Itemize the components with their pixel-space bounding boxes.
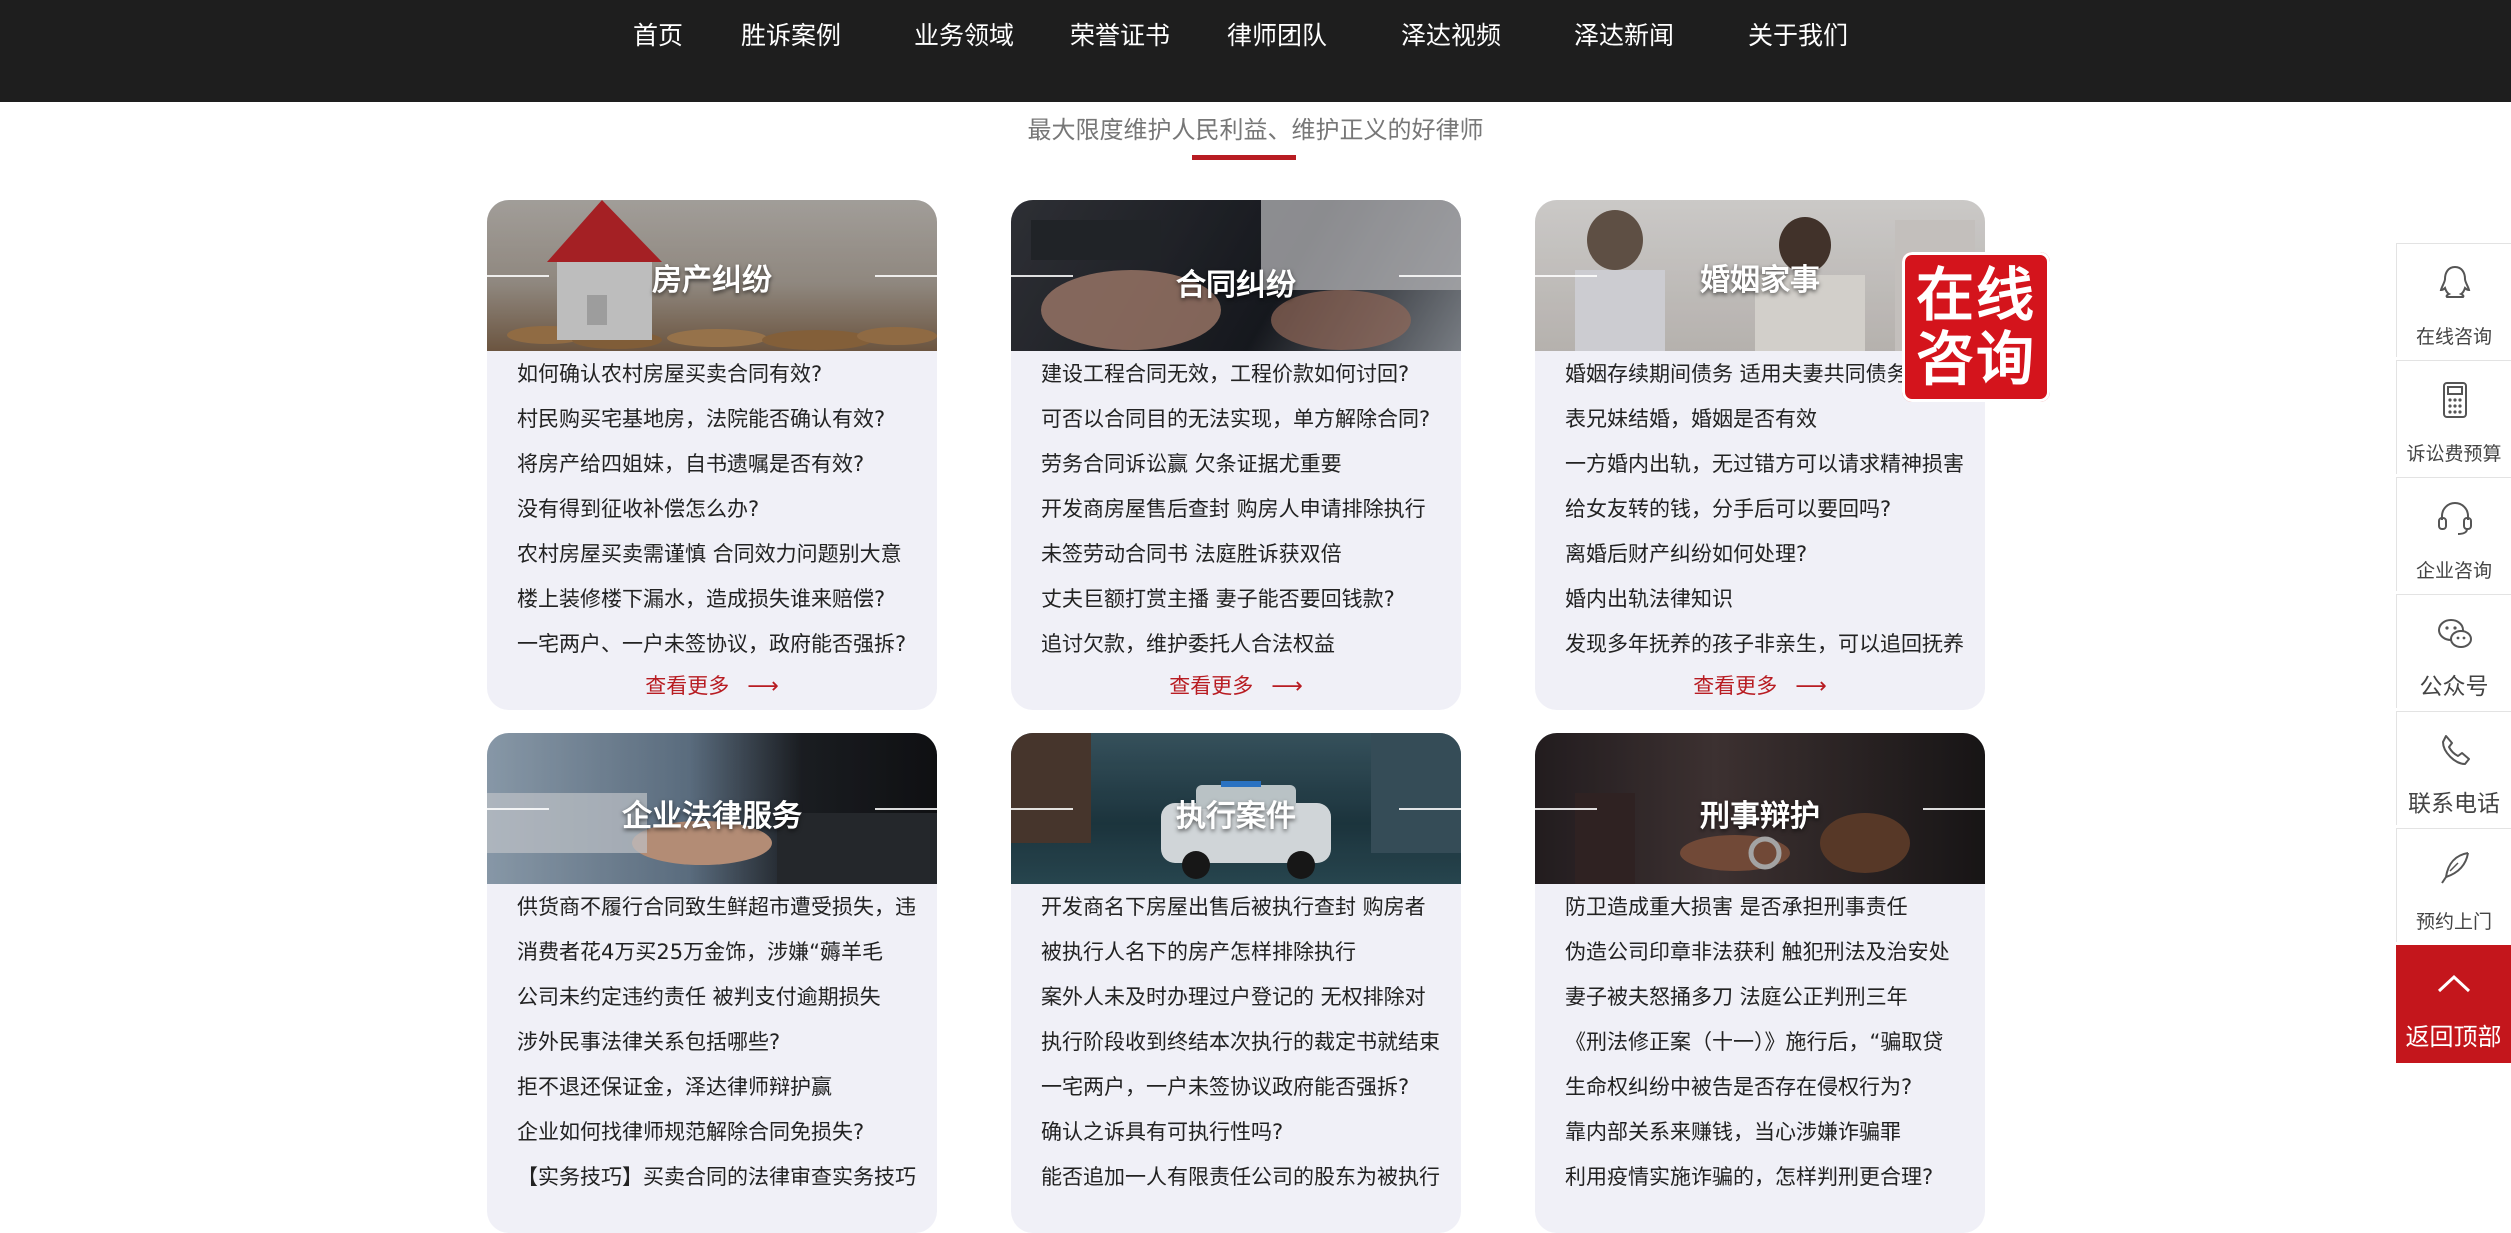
card-banner-image: 企业法律服务	[487, 733, 937, 884]
list-item[interactable]: 没有得到征收补偿怎么办?	[517, 487, 927, 532]
card-title: 刑事辩护	[1700, 799, 1820, 834]
chevron-up-icon	[2437, 974, 2471, 993]
list-item[interactable]: 劳务合同诉讼赢 欠条证据尤重要	[1041, 442, 1451, 487]
list-item[interactable]: 案外人未及时办理过户登记的 无权排除对	[1041, 975, 1451, 1020]
nav-item-videos[interactable]: 泽达视频	[1401, 14, 1501, 58]
card-banner-image: 刑事辩护	[1535, 733, 1985, 884]
card-banner-image: 合同纠纷	[1011, 200, 1461, 351]
headset-icon	[2438, 502, 2472, 535]
list-item[interactable]: 企业如何找律师规范解除合同免损失?	[517, 1110, 927, 1155]
list-item[interactable]: 《刑法修正案（十一）》施行后，“骗取贷	[1565, 1020, 1975, 1065]
article-list: 供货商不履行合同致生鲜超市遭受损失，违 消费者花4万买25万金饰，涉嫌“薅羊毛 …	[517, 885, 927, 1200]
list-item[interactable]: 发现多年抚养的孩子非亲生，可以追回抚养	[1565, 622, 1975, 667]
list-item[interactable]: 可否以合同目的无法实现，单方解除合同?	[1041, 397, 1451, 442]
practice-card-criminal: 刑事辩护 防卫造成重大损害 是否承担刑事责任 伪造公司印章非法获利 触犯刑法及治…	[1535, 733, 1985, 1233]
view-more-link[interactable]: 查看更多 ⟶	[1011, 670, 1461, 700]
list-item[interactable]: 执行阶段收到终结本次执行的裁定书就结束	[1041, 1020, 1451, 1065]
nav-item-home[interactable]: 首页	[633, 14, 683, 58]
list-item[interactable]: 一方婚内出轨，无过错方可以请求精神损害	[1565, 442, 1975, 487]
practice-card-enforcement: 执行案件 开发商名下房屋出售后被执行查封 购房者 被执行人名下的房产怎样排除执行…	[1011, 733, 1461, 1233]
list-item[interactable]: 追讨欠款，维护委托人合法权益	[1041, 622, 1451, 667]
online-consult-badge[interactable]: 在线 咨询	[1902, 252, 2050, 402]
arrow-right-icon: ⟶	[1271, 674, 1303, 699]
card-title: 合同纠纷	[1176, 268, 1296, 303]
article-list: 建设工程合同无效，工程价款如何讨回? 可否以合同目的无法实现，单方解除合同? 劳…	[1041, 352, 1451, 667]
feather-icon	[2441, 852, 2469, 884]
list-item[interactable]: 表兄妹结婚，婚姻是否有效	[1565, 397, 1975, 442]
sidebar-item-enterprise-consult[interactable]: 企业咨询	[2396, 477, 2511, 591]
calculator-icon	[2443, 382, 2467, 418]
arrow-right-icon: ⟶	[1795, 674, 1827, 699]
card-title: 执行案件	[1176, 799, 1296, 834]
nav-item-honors[interactable]: 荣誉证书	[1070, 14, 1170, 58]
article-list: 防卫造成重大损害 是否承担刑事责任 伪造公司印章非法获利 触犯刑法及治安处 妻子…	[1565, 885, 1975, 1200]
list-item[interactable]: 拒不退还保证金，泽达律师辩护赢	[517, 1065, 927, 1110]
list-item[interactable]: 确认之诉具有可执行性吗?	[1041, 1110, 1451, 1155]
list-item[interactable]: 利用疫情实施诈骗的，怎样判刑更合理?	[1565, 1155, 1975, 1200]
list-item[interactable]: 离婚后财产纠纷如何处理?	[1565, 532, 1975, 577]
nav-item-practice-areas[interactable]: 业务领域	[914, 14, 1014, 58]
list-item[interactable]: 开发商名下房屋出售后被执行查封 购房者	[1041, 885, 1451, 930]
list-item[interactable]: 未签劳动合同书 法庭胜诉获双倍	[1041, 532, 1451, 577]
qq-icon	[2439, 265, 2471, 298]
list-item[interactable]: 靠内部关系来赚钱，当心涉嫌诈骗罪	[1565, 1110, 1975, 1155]
practice-card-real-estate: 房产纠纷 如何确认农村房屋买卖合同有效? 村民购买宅基地房，法院能否确认有效? …	[487, 200, 937, 710]
practice-card-contract: 合同纠纷 建设工程合同无效，工程价款如何讨回? 可否以合同目的无法实现，单方解除…	[1011, 200, 1461, 710]
list-item[interactable]: 将房产给四姐妹，自书遗嘱是否有效?	[517, 442, 927, 487]
article-list: 开发商名下房屋出售后被执行查封 购房者 被执行人名下的房产怎样排除执行 案外人未…	[1041, 885, 1451, 1200]
list-item[interactable]: 能否追加一人有限责任公司的股东为被执行	[1041, 1155, 1451, 1200]
list-item[interactable]: 建设工程合同无效，工程价款如何讨回?	[1041, 352, 1451, 397]
list-item[interactable]: 生命权纠纷中被告是否存在侵权行为?	[1565, 1065, 1975, 1110]
sidebar-item-home-visit[interactable]: 预约上门	[2396, 828, 2511, 942]
list-item[interactable]: 被执行人名下的房产怎样排除执行	[1041, 930, 1451, 975]
sidebar-item-official-account[interactable]: 公众号	[2396, 594, 2511, 708]
list-item[interactable]: 给女友转的钱，分手后可以要回吗?	[1565, 487, 1975, 532]
top-nav: 首页 胜诉案例 业务领域 荣誉证书 律师团队 泽达视频 泽达新闻 关于我们	[0, 0, 2511, 102]
nav-item-about[interactable]: 关于我们	[1748, 14, 1848, 58]
list-item[interactable]: 一宅两户、一户未签协议，政府能否强拆?	[517, 622, 927, 667]
list-item[interactable]: 楼上装修楼下漏水，造成损失谁来赔偿?	[517, 577, 927, 622]
list-item[interactable]: 一宅两户，一户未签协议政府能否强拆?	[1041, 1065, 1451, 1110]
list-item[interactable]: 丈夫巨额打赏主播 妻子能否要回钱款?	[1041, 577, 1451, 622]
card-banner-image: 房产纠纷	[487, 200, 937, 351]
list-item[interactable]: 防卫造成重大损害 是否承担刑事责任	[1565, 885, 1975, 930]
list-item[interactable]: 开发商房屋售后查封 购房人申请排除执行	[1041, 487, 1451, 532]
section-slogan: 最大限度维护人民利益、维护正义的好律师	[1027, 116, 1484, 144]
sidebar-item-phone[interactable]: 联系电话	[2396, 711, 2511, 825]
arrow-right-icon: ⟶	[747, 674, 779, 699]
card-title: 房产纠纷	[652, 263, 772, 298]
sidebar-item-online-consult[interactable]: 在线咨询	[2396, 243, 2511, 357]
list-item[interactable]: 如何确认农村房屋买卖合同有效?	[517, 352, 927, 397]
list-item[interactable]: 妻子被夫怒捅多刀 法庭公正判刑三年	[1565, 975, 1975, 1020]
slogan-underline	[1192, 155, 1296, 160]
card-title: 企业法律服务	[622, 799, 802, 834]
view-more-link[interactable]: 查看更多 ⟶	[1535, 670, 1985, 700]
list-item[interactable]: 公司未约定违约责任 被判支付逾期损失	[517, 975, 927, 1020]
list-item[interactable]: 村民购买宅基地房，法院能否确认有效?	[517, 397, 927, 442]
list-item[interactable]: 农村房屋买卖需谨慎 合同效力问题别大意	[517, 532, 927, 577]
list-item[interactable]: 婚内出轨法律知识	[1565, 577, 1975, 622]
nav-item-lawyer-team[interactable]: 律师团队	[1227, 14, 1327, 58]
nav-item-cases[interactable]: 胜诉案例	[741, 14, 841, 58]
list-item[interactable]: 供货商不履行合同致生鲜超市遭受损失，违	[517, 885, 927, 930]
nav-item-news[interactable]: 泽达新闻	[1574, 14, 1674, 58]
phone-icon	[2442, 735, 2470, 765]
card-banner-image: 执行案件	[1011, 733, 1461, 884]
wechat-icon	[2438, 619, 2472, 648]
list-item[interactable]: 消费者花4万买25万金饰，涉嫌“薅羊毛	[517, 930, 927, 975]
practice-card-corporate: 企业法律服务 供货商不履行合同致生鲜超市遭受损失，违 消费者花4万买25万金饰，…	[487, 733, 937, 1233]
view-more-link[interactable]: 查看更多 ⟶	[487, 670, 937, 700]
sidebar-item-fee-budget[interactable]: 诉讼费预算	[2396, 360, 2511, 474]
back-to-top-button[interactable]: 返回顶部	[2396, 945, 2511, 1063]
list-item[interactable]: 伪造公司印章非法获利 触犯刑法及治安处	[1565, 930, 1975, 975]
list-item[interactable]: 【实务技巧】买卖合同的法律审查实务技巧	[517, 1155, 927, 1200]
article-list: 如何确认农村房屋买卖合同有效? 村民购买宅基地房，法院能否确认有效? 将房产给四…	[517, 352, 927, 667]
list-item[interactable]: 涉外民事法律关系包括哪些?	[517, 1020, 927, 1065]
